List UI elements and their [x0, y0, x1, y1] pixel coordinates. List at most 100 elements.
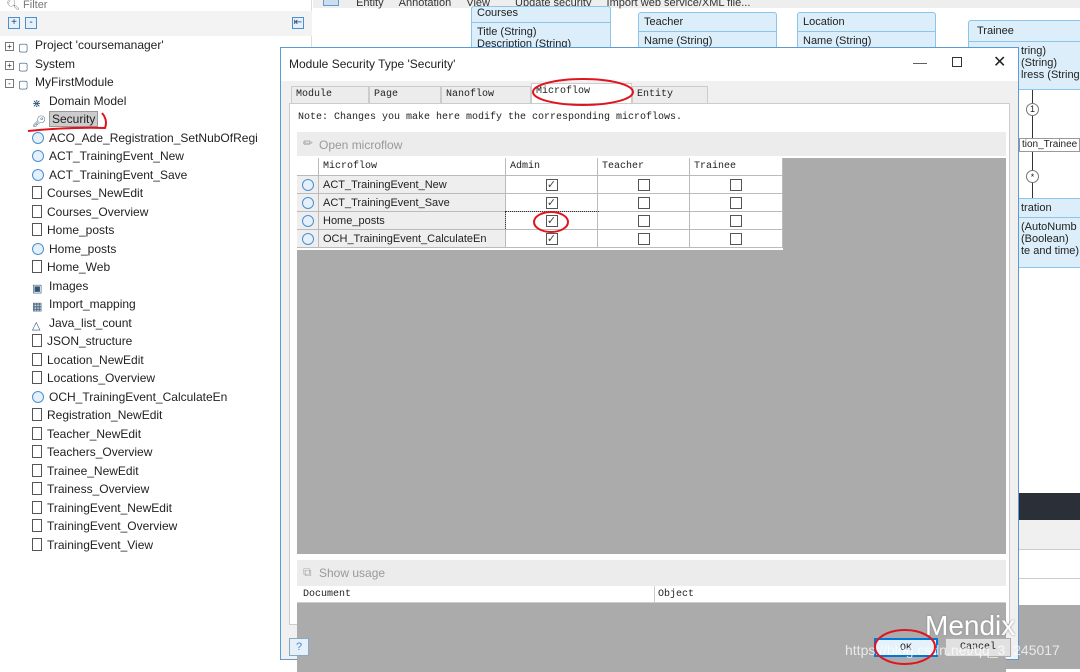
microflow-icon — [302, 233, 314, 245]
tree-item[interactable]: Courses_Overview — [0, 203, 312, 222]
column-document[interactable]: Document — [303, 589, 351, 600]
tree-item[interactable]: JSON_structure — [0, 332, 312, 351]
properties-row — [1019, 520, 1080, 550]
admin-checkbox[interactable]: ✓ — [545, 215, 558, 227]
tree-item[interactable]: Home_posts — [0, 221, 312, 240]
tree-item[interactable]: OCH_TrainingEvent_CalculateEn — [0, 388, 312, 407]
trainee-checkbox[interactable] — [730, 233, 742, 245]
tree-item[interactable]: Teacher_NewEdit — [0, 425, 312, 444]
microflow-name[interactable]: Home_posts — [319, 212, 506, 230]
page-icon — [32, 500, 42, 514]
trainee-checkbox[interactable] — [730, 215, 742, 227]
module-icon: ▢ — [18, 60, 29, 73]
tab-nanoflow-access[interactable]: Nanoflow access — [441, 86, 531, 116]
import-button[interactable]: Import web service/XML file... — [607, 0, 751, 9]
tab-microflow-access[interactable]: Microflow access — [531, 83, 632, 113]
tree-item[interactable]: ACO_Ade_Registration_SetNubOfRegi — [0, 129, 312, 148]
tree-item[interactable]: Trainess_Overview — [0, 480, 312, 499]
pencil-icon: ✏︎ — [303, 136, 314, 150]
tree-item-label: Images — [49, 278, 89, 293]
column-header-icon[interactable] — [297, 158, 319, 176]
filter-input[interactable]: 🔍︎ Filter — [0, 0, 312, 11]
teacher-checkbox[interactable] — [637, 197, 650, 209]
column-object[interactable]: Object — [658, 589, 694, 600]
tree-item[interactable]: Home_posts — [0, 240, 312, 259]
teacher-checkbox[interactable] — [637, 215, 650, 227]
tree-item[interactable]: Teachers_Overview — [0, 443, 312, 462]
module-icon: ▢ — [18, 79, 29, 91]
admin-access-cell: ✓ — [506, 194, 598, 212]
watermark-url: https://blog.csdn.net/qq_3_245017 — [845, 642, 1060, 658]
tree-item[interactable]: ▦ Import_mapping — [0, 295, 312, 314]
tree-item[interactable]: + ▢ System — [0, 55, 312, 74]
expander-icon[interactable]: - — [5, 79, 14, 88]
admin-access-cell: ✓ — [506, 230, 598, 248]
page-icon — [32, 371, 42, 384]
teacher-access-cell — [598, 194, 690, 212]
tree-item[interactable]: TrainingEvent_Overview — [0, 517, 312, 536]
admin-checkbox[interactable]: ✓ — [545, 179, 558, 191]
tree-item[interactable]: △ Java_list_count — [0, 314, 312, 333]
microflow-name[interactable]: ACT_TrainingEvent_New — [319, 176, 506, 194]
images-icon: ▣ — [32, 282, 43, 295]
tab-entity-access[interactable]: Entity access — [632, 86, 708, 116]
microflow-name[interactable]: OCH_TrainingEvent_CalculateEn — [319, 230, 506, 248]
tab-page-access[interactable]: Page access — [369, 86, 441, 116]
minimize-icon[interactable]: — — [913, 54, 927, 70]
column-header[interactable]: Admin — [506, 158, 598, 176]
collapse-all-icon[interactable]: - — [25, 17, 37, 29]
tree-item-label: Java_list_count — [49, 315, 132, 330]
expand-all-icon[interactable]: + — [8, 17, 20, 29]
association-label[interactable]: tion_Trainee — [1019, 138, 1080, 152]
tree-item[interactable]: Trainee_NewEdit — [0, 462, 312, 481]
tree-item[interactable]: ACT_TrainingEvent_Save — [0, 166, 312, 185]
tree-item-label: Teacher_NewEdit — [47, 426, 142, 441]
project-explorer: 🔍︎ Filter + - ⇤ + ▢ Project 'coursemanager… — [0, 0, 312, 669]
tree-item[interactable]: Locations_Overview — [0, 369, 312, 388]
tree-item[interactable]: - ▢ MyFirstModule — [0, 73, 312, 92]
open-microflow-button[interactable]: Open microflow — [319, 138, 402, 152]
expander-icon[interactable]: + — [5, 42, 14, 51]
show-usage-button[interactable]: Show usage — [319, 566, 385, 580]
trainee-checkbox[interactable] — [730, 179, 742, 191]
key-icon: 🔑︎ — [32, 116, 46, 128]
tree-item[interactable]: Registration_NewEdit — [0, 406, 312, 425]
tree-item-label: TrainingEvent_Overview — [47, 519, 178, 533]
tree-item[interactable]: ACT_TrainingEvent_New — [0, 147, 312, 166]
tree-item-label: Project 'coursemanager' — [35, 38, 164, 52]
microflow-name[interactable]: ACT_TrainingEvent_Save — [319, 194, 506, 212]
domain-model-icon: ⋇ — [32, 97, 42, 110]
close-icon[interactable]: ✕ — [993, 52, 1006, 72]
maximize-icon[interactable] — [952, 57, 962, 67]
tree-item[interactable]: TrainingEvent_NewEdit — [0, 499, 312, 518]
admin-checkbox[interactable]: ✓ — [545, 233, 558, 245]
tab-module-roles[interactable]: Module roles — [291, 86, 369, 116]
usage-grid: Document Object — [297, 586, 1006, 672]
link-editor-icon[interactable]: ⇤ — [292, 17, 304, 29]
domain-model-toolbar: Entity Annotation View Update security I… — [313, 0, 1080, 9]
trainee-checkbox[interactable] — [730, 197, 742, 209]
column-header[interactable]: Trainee — [690, 158, 783, 176]
tree-item[interactable]: Location_NewEdit — [0, 351, 312, 370]
tree-item[interactable]: Home_Web — [0, 258, 312, 277]
entity-button[interactable]: Entity — [356, 0, 384, 9]
help-icon[interactable]: ? — [289, 638, 309, 656]
tree-item-label: Courses_NewEdit — [47, 186, 144, 200]
page-icon — [32, 334, 42, 347]
tree-item[interactable]: ▣ Images — [0, 277, 312, 296]
tree-item[interactable]: TrainingEvent_View — [0, 536, 312, 555]
tree-item[interactable]: ⋇ Domain Model — [0, 92, 312, 111]
tree-item[interactable]: Courses_NewEdit — [0, 184, 312, 203]
admin-checkbox[interactable]: ✓ — [545, 197, 558, 209]
tree-item[interactable]: + ▢ Project 'coursemanager' — [0, 36, 312, 55]
page-icon — [32, 186, 42, 199]
expander-icon[interactable]: + — [5, 60, 14, 70]
column-header[interactable]: Teacher — [598, 158, 690, 176]
annotation-button[interactable]: Annotation — [399, 0, 452, 9]
column-header[interactable]: Microflow — [319, 158, 506, 176]
teacher-checkbox[interactable] — [637, 179, 650, 191]
teacher-checkbox[interactable] — [637, 233, 650, 245]
microflow-access-panel: Note: Changes you make here modify the c… — [289, 103, 1010, 672]
trainee-access-cell — [690, 194, 783, 212]
tree-item[interactable]: 🔑︎ Security — [0, 110, 312, 129]
